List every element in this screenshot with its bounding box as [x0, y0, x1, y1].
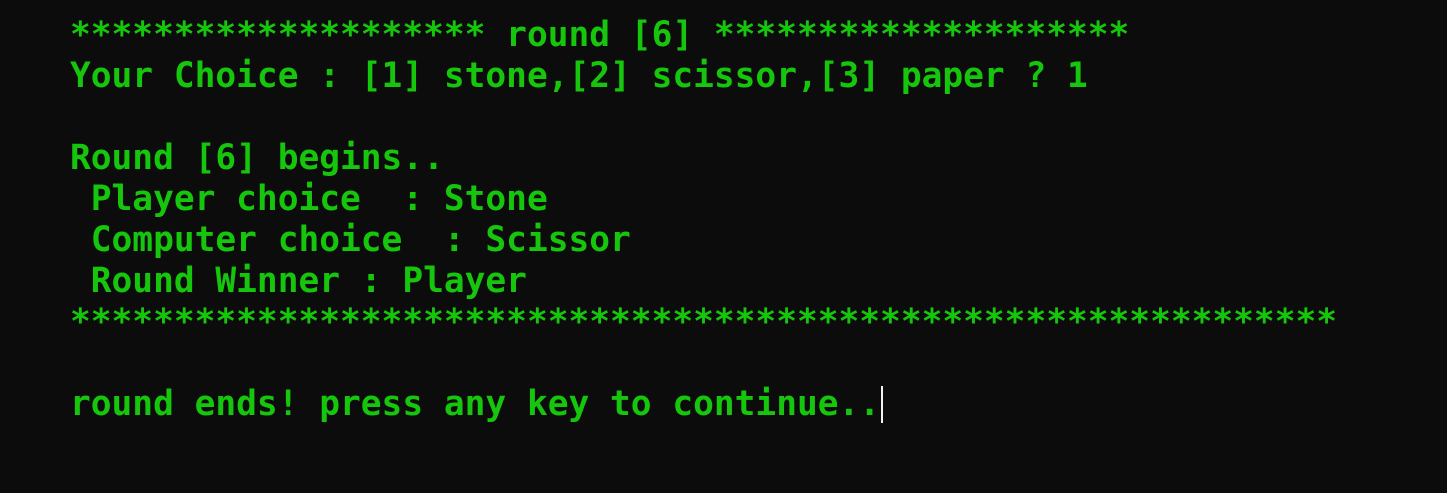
continue-prompt-line: round ends! press any key to continue.. [70, 384, 1447, 425]
continue-prompt-text: round ends! press any key to continue.. [70, 384, 881, 424]
computer-choice-line: Computer choice : Scissor [70, 220, 631, 260]
player-choice-line: Player choice : Stone [70, 179, 548, 219]
round-winner-line: Round Winner : Player [70, 261, 527, 301]
console-window[interactable]: ******************** round [6] *********… [0, 0, 1447, 493]
text-cursor [881, 386, 884, 423]
choice-prompt-line: Your Choice : [1] stone,[2] scissor,[3] … [70, 56, 1088, 96]
round-begins-line: Round [6] begins.. [70, 138, 444, 178]
round-header-line: ******************** round [6] *********… [70, 15, 1130, 55]
separator-line: ****************************************… [70, 302, 1338, 342]
